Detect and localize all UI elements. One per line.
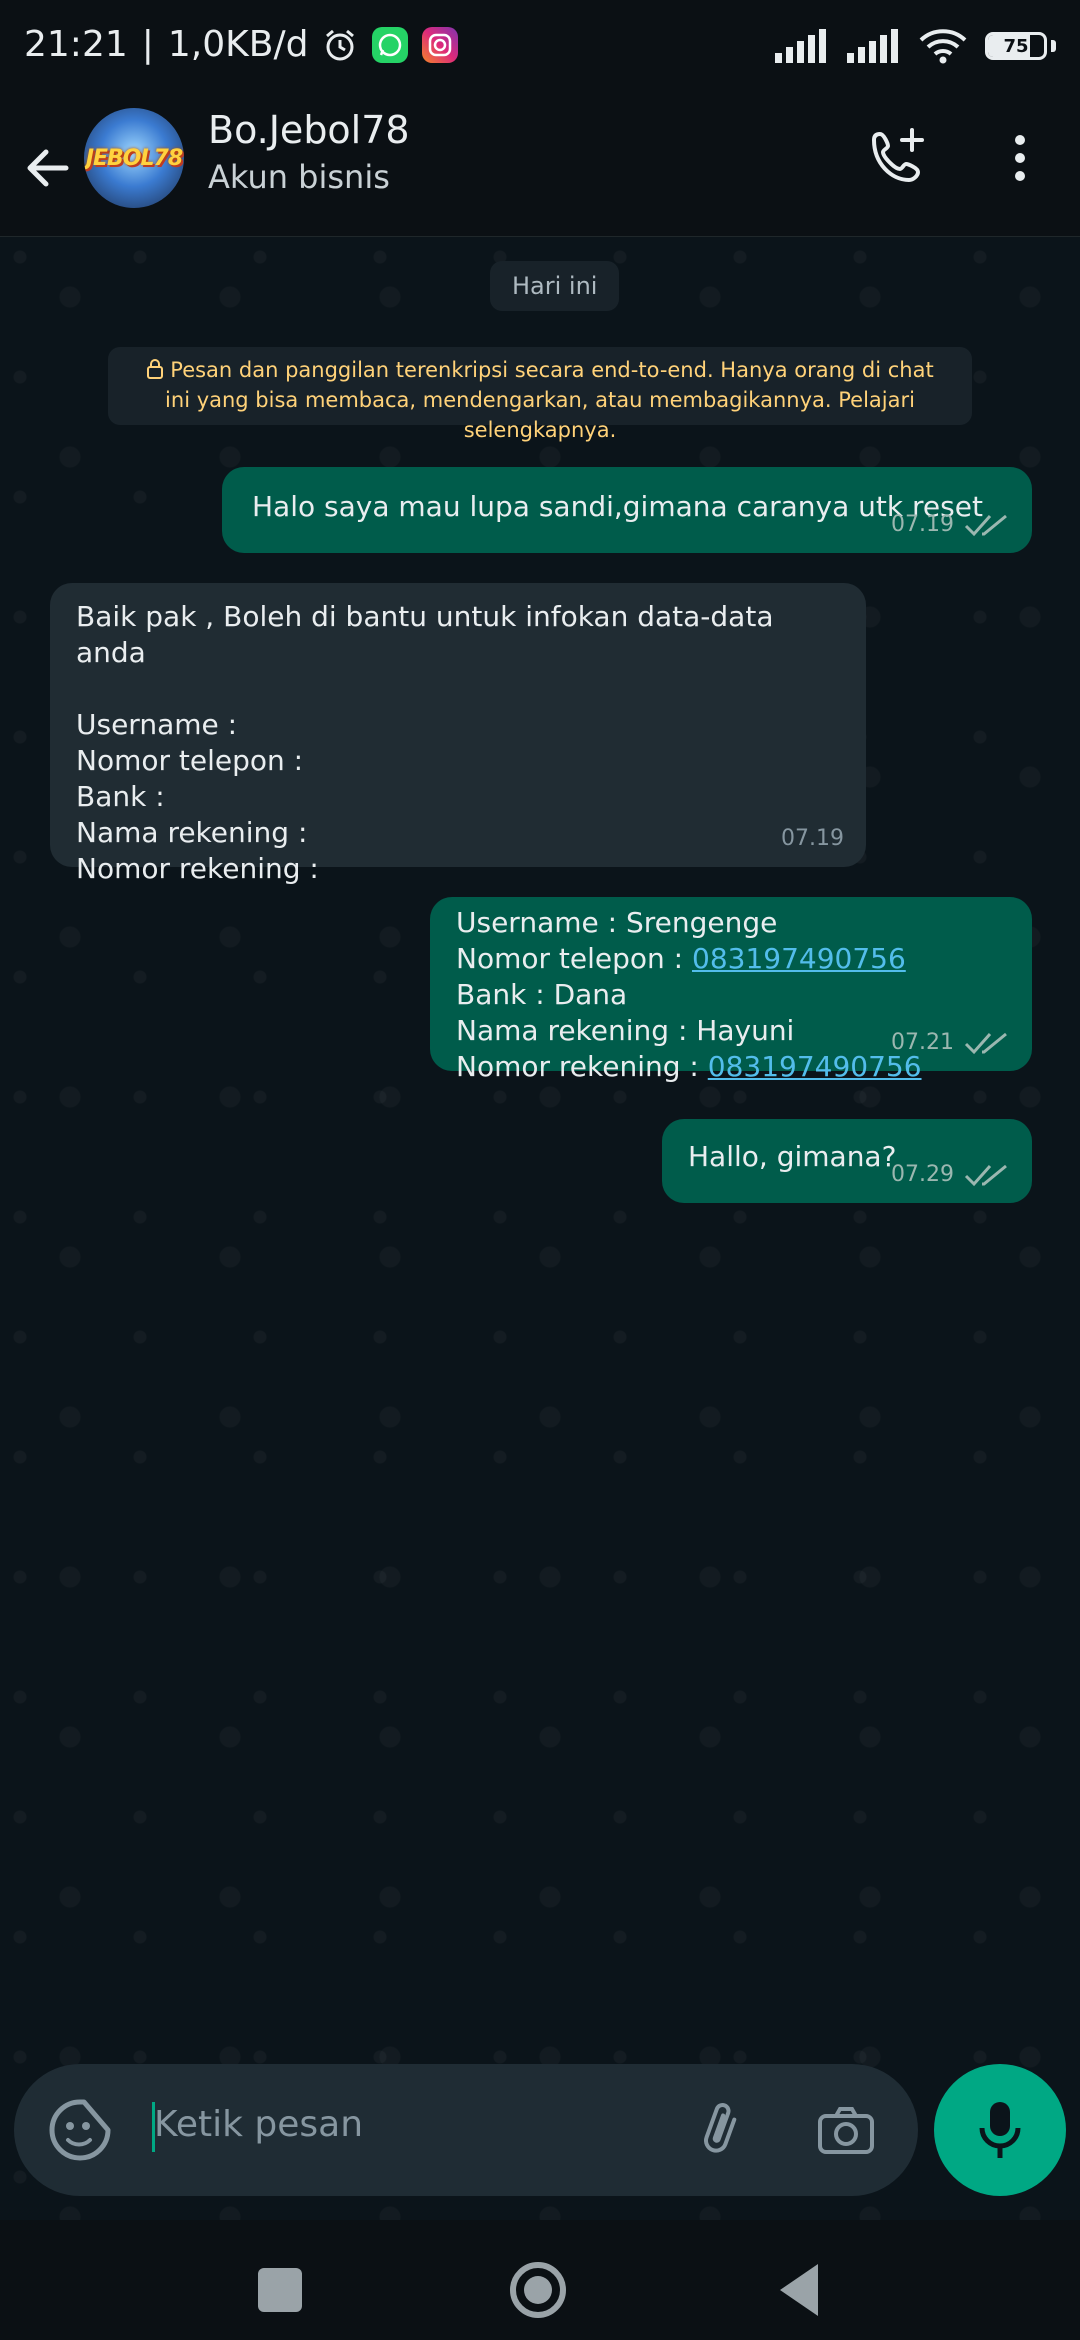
message-time: 07.21 <box>891 1030 954 1055</box>
alarm-icon <box>322 27 358 63</box>
message-text: Hallo, gimana? <box>688 1140 897 1173</box>
encryption-notice-text: Pesan dan panggilan terenkripsi secara e… <box>165 358 934 442</box>
back-button[interactable] <box>780 2264 818 2316</box>
contact-name[interactable]: Bo.Jebol78 <box>208 108 410 152</box>
message-time: 07.19 <box>891 512 954 537</box>
date-chip: Hari ini <box>490 261 620 311</box>
message-meta: 07.19 <box>781 821 844 857</box>
message-composer[interactable]: Ketik pesan <box>14 2064 918 2196</box>
phone-link[interactable]: 083197490756 <box>692 942 906 975</box>
message-time: 07.29 <box>891 1162 954 1187</box>
battery-icon: 75 <box>985 32 1047 60</box>
camera-icon[interactable] <box>814 2098 878 2162</box>
message-line: Username : <box>76 708 238 741</box>
status-left: 21:21 | 1,0KB/d <box>24 24 459 65</box>
message-line: Baik pak , Boleh di bantu untuk infokan … <box>76 600 774 669</box>
message-bubble-outgoing[interactable]: Halo saya mau lupa sandi,gimana caranya … <box>222 467 1032 553</box>
phone-label: Nomor telepon : <box>456 942 692 975</box>
chat-area[interactable]: Hari ini Pesan dan panggilan terenkripsi… <box>0 237 1080 2230</box>
instagram-notification-icon <box>422 26 459 63</box>
message-meta: 07.29 <box>891 1157 1010 1193</box>
battery-text: 75 <box>1003 35 1029 57</box>
message-bubble-outgoing[interactable]: Username : Srengenge Nomor telepon : 083… <box>430 897 1032 1083</box>
message-line-blank <box>76 671 840 707</box>
message-bubble-outgoing[interactable]: Hallo, gimana? 07.29 <box>662 1119 1032 1203</box>
account-link[interactable]: 083197490756 <box>708 1050 922 1083</box>
double-check-icon <box>964 514 1007 537</box>
account-label: Nomor rekening : <box>456 1050 708 1083</box>
double-check-icon <box>964 1032 1007 1055</box>
status-bar: 21:21 | 1,0KB/d 75 <box>0 0 1080 100</box>
recents-button[interactable] <box>258 2268 302 2312</box>
message-text: Halo saya mau lupa sandi,gimana caranya … <box>252 490 983 523</box>
message-line: Bank : <box>76 780 165 813</box>
network-speed: 1,0KB/d <box>167 24 309 65</box>
encryption-notice[interactable]: Pesan dan panggilan terenkripsi secara e… <box>108 347 972 442</box>
signal-icon <box>775 29 826 63</box>
message-line: Nomor telepon : <box>76 744 304 777</box>
paperclip-icon[interactable] <box>690 2098 754 2162</box>
back-arrow-icon[interactable] <box>20 140 76 196</box>
chat-header: JEBOL78 Bo.Jebol78 Akun bisnis <box>0 100 1080 237</box>
signal-icon-2 <box>847 29 898 63</box>
wifi-icon <box>919 29 967 64</box>
avatar[interactable]: JEBOL78 <box>84 108 184 208</box>
message-meta: 07.21 <box>891 1025 1010 1061</box>
status-right: 75 <box>775 28 1056 64</box>
mic-icon <box>979 2102 1021 2158</box>
home-button[interactable] <box>510 2262 566 2318</box>
message-line: Username : Srengenge <box>456 906 778 939</box>
mic-button[interactable] <box>934 2064 1066 2196</box>
message-line: Nomor telepon : 083197490756 <box>456 941 1006 977</box>
message-input[interactable]: Ketik pesan <box>154 2104 363 2145</box>
message-meta: 07.19 <box>891 507 1010 543</box>
battery-tip <box>1051 40 1056 52</box>
message-line: Nama rekening : <box>76 816 308 849</box>
sticker-icon[interactable] <box>44 2094 116 2166</box>
avatar-logo-text: JEBOL78 <box>85 145 183 171</box>
system-navigation-bar <box>0 2220 1080 2340</box>
lock-icon <box>147 359 164 379</box>
whatsapp-notification-icon <box>372 26 409 63</box>
more-vertical-icon[interactable] <box>1000 126 1040 190</box>
contact-subtitle: Akun bisnis <box>208 158 390 196</box>
message-line: Bank : Dana <box>456 978 628 1011</box>
clock: 21:21 <box>24 24 128 65</box>
double-check-icon <box>964 1164 1007 1187</box>
message-time: 07.19 <box>781 826 844 851</box>
phone-plus-icon[interactable] <box>866 124 930 188</box>
message-line: Nomor rekening : <box>76 852 319 885</box>
message-bubble-incoming[interactable]: Baik pak , Boleh di bantu untuk infokan … <box>50 583 866 885</box>
